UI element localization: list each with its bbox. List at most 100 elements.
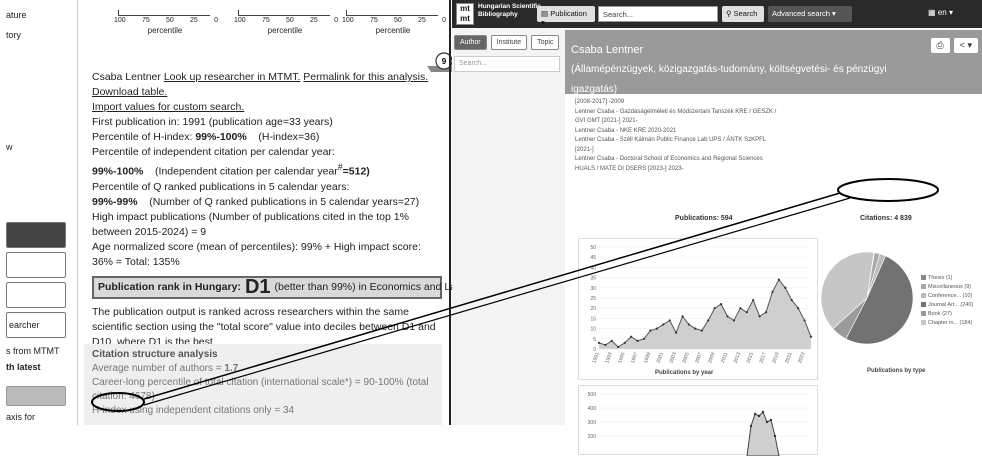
data-point <box>687 323 691 326</box>
sidebar-grey-button[interactable] <box>6 386 66 406</box>
x-tick-label: 2023 <box>797 351 807 364</box>
h-index-indep-line: H-index using independent citations only… <box>92 405 295 416</box>
researcher-name: Csaba Lentner <box>92 71 161 83</box>
sidebar-label[interactable]: ature <box>6 10 27 20</box>
x-tick-label: 1995 <box>617 351 627 364</box>
y-tick-label: 35 <box>590 276 596 282</box>
sidebar-label: th latest <box>6 362 41 372</box>
author-header: Csaba Lentner (Államépénzügyek, közigazg… <box>565 30 982 95</box>
y-tick-label: 400 <box>588 406 597 412</box>
sidebar-input[interactable] <box>6 252 66 278</box>
language-select[interactable]: ▦ en ▾ <box>928 8 953 17</box>
publications-by-type-chart: Thesis (1) Miscellaneous (9) Conference...… <box>817 238 982 380</box>
x-tick-label: 2021 <box>784 351 794 364</box>
data-point <box>694 327 697 330</box>
tab-author[interactable]: Author <box>454 35 487 50</box>
legend-swatch <box>921 311 926 317</box>
author-profile: Csaba Lentner (Államépénzügyek, közigazg… <box>565 30 982 457</box>
data-point <box>745 311 748 314</box>
author-search-input[interactable]: Search... <box>454 56 560 72</box>
legend-item[interactable]: Chapter in... (184) <box>921 319 973 328</box>
legend-label: Thesis (1) <box>928 275 953 281</box>
legend-label: Book (27) <box>928 311 952 317</box>
data-point <box>773 434 777 438</box>
legend-item[interactable]: Conference... (10) <box>921 292 973 301</box>
percentile-chart: 100 75 50 25 0 percentile <box>110 0 220 40</box>
data-point <box>700 329 703 332</box>
y-tick-label: 5 <box>593 337 596 343</box>
data-point <box>790 298 793 302</box>
advanced-search-button[interactable]: Advanced search ▾ <box>768 6 852 22</box>
data-point <box>771 290 774 293</box>
data-point <box>655 327 658 330</box>
x-tick-label: 2015 <box>746 351 756 364</box>
data-point <box>642 337 646 340</box>
author-subtitle: (Államépénzügyek, közigazgatás-tudomány,… <box>571 64 887 75</box>
data-point <box>674 331 678 334</box>
profile-summary: Csaba Lentner Look up researcher in MTMT… <box>92 70 464 350</box>
sidebar-label[interactable]: tory <box>6 30 21 40</box>
tab-topic[interactable]: Topic <box>531 35 560 50</box>
percentile-caption: percentile <box>375 26 411 35</box>
indep-citation-line: Percentile of independent citation per c… <box>92 146 370 178</box>
data-point <box>610 339 613 342</box>
download-table-link[interactable]: Download table. <box>92 86 167 98</box>
percentile-chart: 100 75 50 25 0 percentile <box>230 0 340 40</box>
data-point <box>765 420 769 424</box>
percentile-charts: 100 75 50 25 0 percentile 100 75 50 25 0 percent… <box>80 0 448 40</box>
permalink-link[interactable]: Permalink for this analysis. <box>303 71 428 83</box>
data-point <box>719 303 723 306</box>
search-icon: ⚲ <box>726 9 732 18</box>
legend-item[interactable]: Thesis (1) <box>921 274 973 283</box>
sidebar-label[interactable]: w <box>6 142 13 152</box>
legend-item[interactable]: Book (27) <box>921 310 973 319</box>
citations-count[interactable]: Citations: 4 839 <box>860 215 912 222</box>
citations-by-year-svg: 500 400 300 200 <box>588 392 811 457</box>
y-tick-label: 15 <box>590 316 596 322</box>
percentile-chart: 100 75 50 25 0 percentile <box>338 0 448 40</box>
mtmt-logo[interactable]: mt mt <box>456 3 474 25</box>
import-values-link[interactable]: Import values for custom search. <box>92 101 244 113</box>
x-tick-label: 2013 <box>733 351 743 364</box>
data-point <box>803 319 806 322</box>
mtmt-panel: mt mt Hungarian Scientific Bibliography … <box>452 0 982 457</box>
data-point <box>636 339 639 342</box>
analysis-panel: 100 75 50 25 0 percentile 100 75 50 25 0 percent… <box>80 0 464 425</box>
share-icon[interactable]: < ▾ <box>953 38 978 53</box>
sidebar-dark-button[interactable] <box>6 222 66 248</box>
y-tick-label: 200 <box>588 434 597 440</box>
legend-item[interactable]: Miscellaneous (9) <box>921 283 973 292</box>
publication-select[interactable]: ▤ Publication ▾ <box>537 6 595 27</box>
search-button[interactable]: ⚲ Search <box>722 6 764 22</box>
legend-swatch <box>921 302 926 308</box>
print-icon[interactable]: ⎙ <box>930 38 950 53</box>
area-fill <box>599 279 811 349</box>
data-point <box>597 341 601 344</box>
data-point <box>749 424 753 428</box>
search-input[interactable]: Search... <box>598 6 718 22</box>
y-tick-label: 20 <box>590 306 596 312</box>
look-up-link[interactable]: Look up researcher in MTMT. <box>164 71 301 83</box>
data-point <box>752 298 755 302</box>
pie-legend: Thesis (1) Miscellaneous (9) Conference...… <box>921 274 973 328</box>
sidebar-input[interactable] <box>6 282 66 308</box>
tab-institute[interactable]: Institute <box>490 35 528 50</box>
data-point <box>707 319 710 322</box>
y-tick-label: 25 <box>590 296 596 302</box>
data-point <box>662 323 665 326</box>
publications-count[interactable]: Publications: 594 <box>675 215 733 222</box>
data-point <box>784 286 787 289</box>
data-point <box>713 307 716 310</box>
rank-explanation: The publication output is ranked across … <box>92 305 436 348</box>
sidebar-label: axis for <box>6 412 36 422</box>
data-point <box>739 307 742 310</box>
data-point <box>732 319 736 322</box>
data-point <box>623 341 626 344</box>
left-sidebar: ature tory w earcher s from MTMT th late… <box>0 0 78 425</box>
researcher-button[interactable]: earcher <box>6 312 66 338</box>
data-point <box>668 319 671 322</box>
data-point <box>726 315 729 318</box>
rank-box: Publication rank in Hungary: D1 (better … <box>92 275 464 299</box>
legend-item[interactable]: Journal Art... (240) <box>921 301 973 310</box>
data-point <box>753 412 757 416</box>
